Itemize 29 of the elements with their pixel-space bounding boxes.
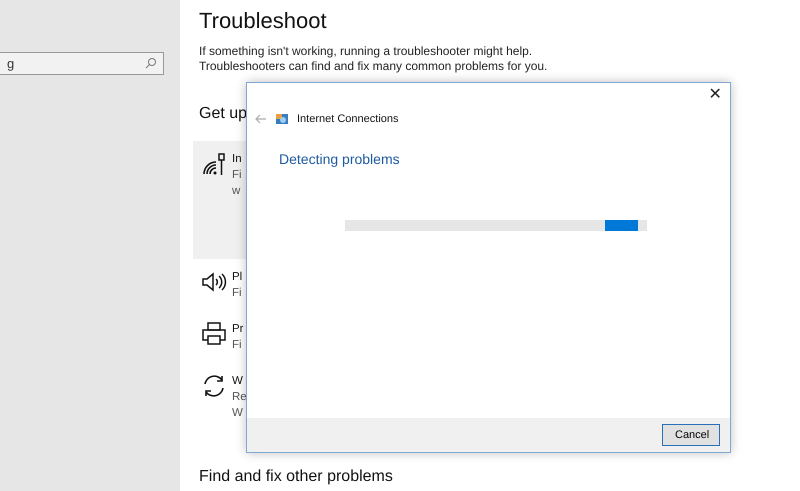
item-description: Fi [232,168,242,183]
item-description: W [232,406,244,421]
search-icon [145,57,157,69]
item-description: Re [232,390,247,405]
printer-icon [201,321,227,347]
dialog-title: Internet Connections [297,112,399,127]
troubleshooter-item[interactable]: W Re W [193,363,453,431]
status-heading: Detecting problems [279,150,401,169]
item-title: In [232,152,242,167]
page-title: Troubleshoot [199,8,328,34]
sync-icon [201,373,227,399]
item-description: Fi [232,338,243,353]
item-title: Pr [232,322,244,337]
item-title: W [232,374,244,389]
close-button[interactable]: ✕ [700,83,730,107]
cancel-button[interactable]: Cancel [662,424,720,446]
description-text: Troubleshooters can find and fix many common problems for you. [199,59,548,74]
description-text: If something isn't working, running a troubleshooter might help. [199,44,534,59]
back-icon[interactable] [255,114,267,124]
wifi-icon [201,151,227,177]
troubleshooter-item[interactable]: Pr Fi [193,311,453,363]
troubleshooter-item[interactable]: Pl Fi [193,259,453,311]
item-title: Pl [232,270,242,285]
item-description: w [232,184,242,199]
section-heading: Find and fix other problems [199,467,393,487]
item-description: Fi [232,286,242,301]
network-icon [275,113,289,125]
search-field[interactable]: g [0,52,164,75]
section-heading: Get up [199,104,248,124]
